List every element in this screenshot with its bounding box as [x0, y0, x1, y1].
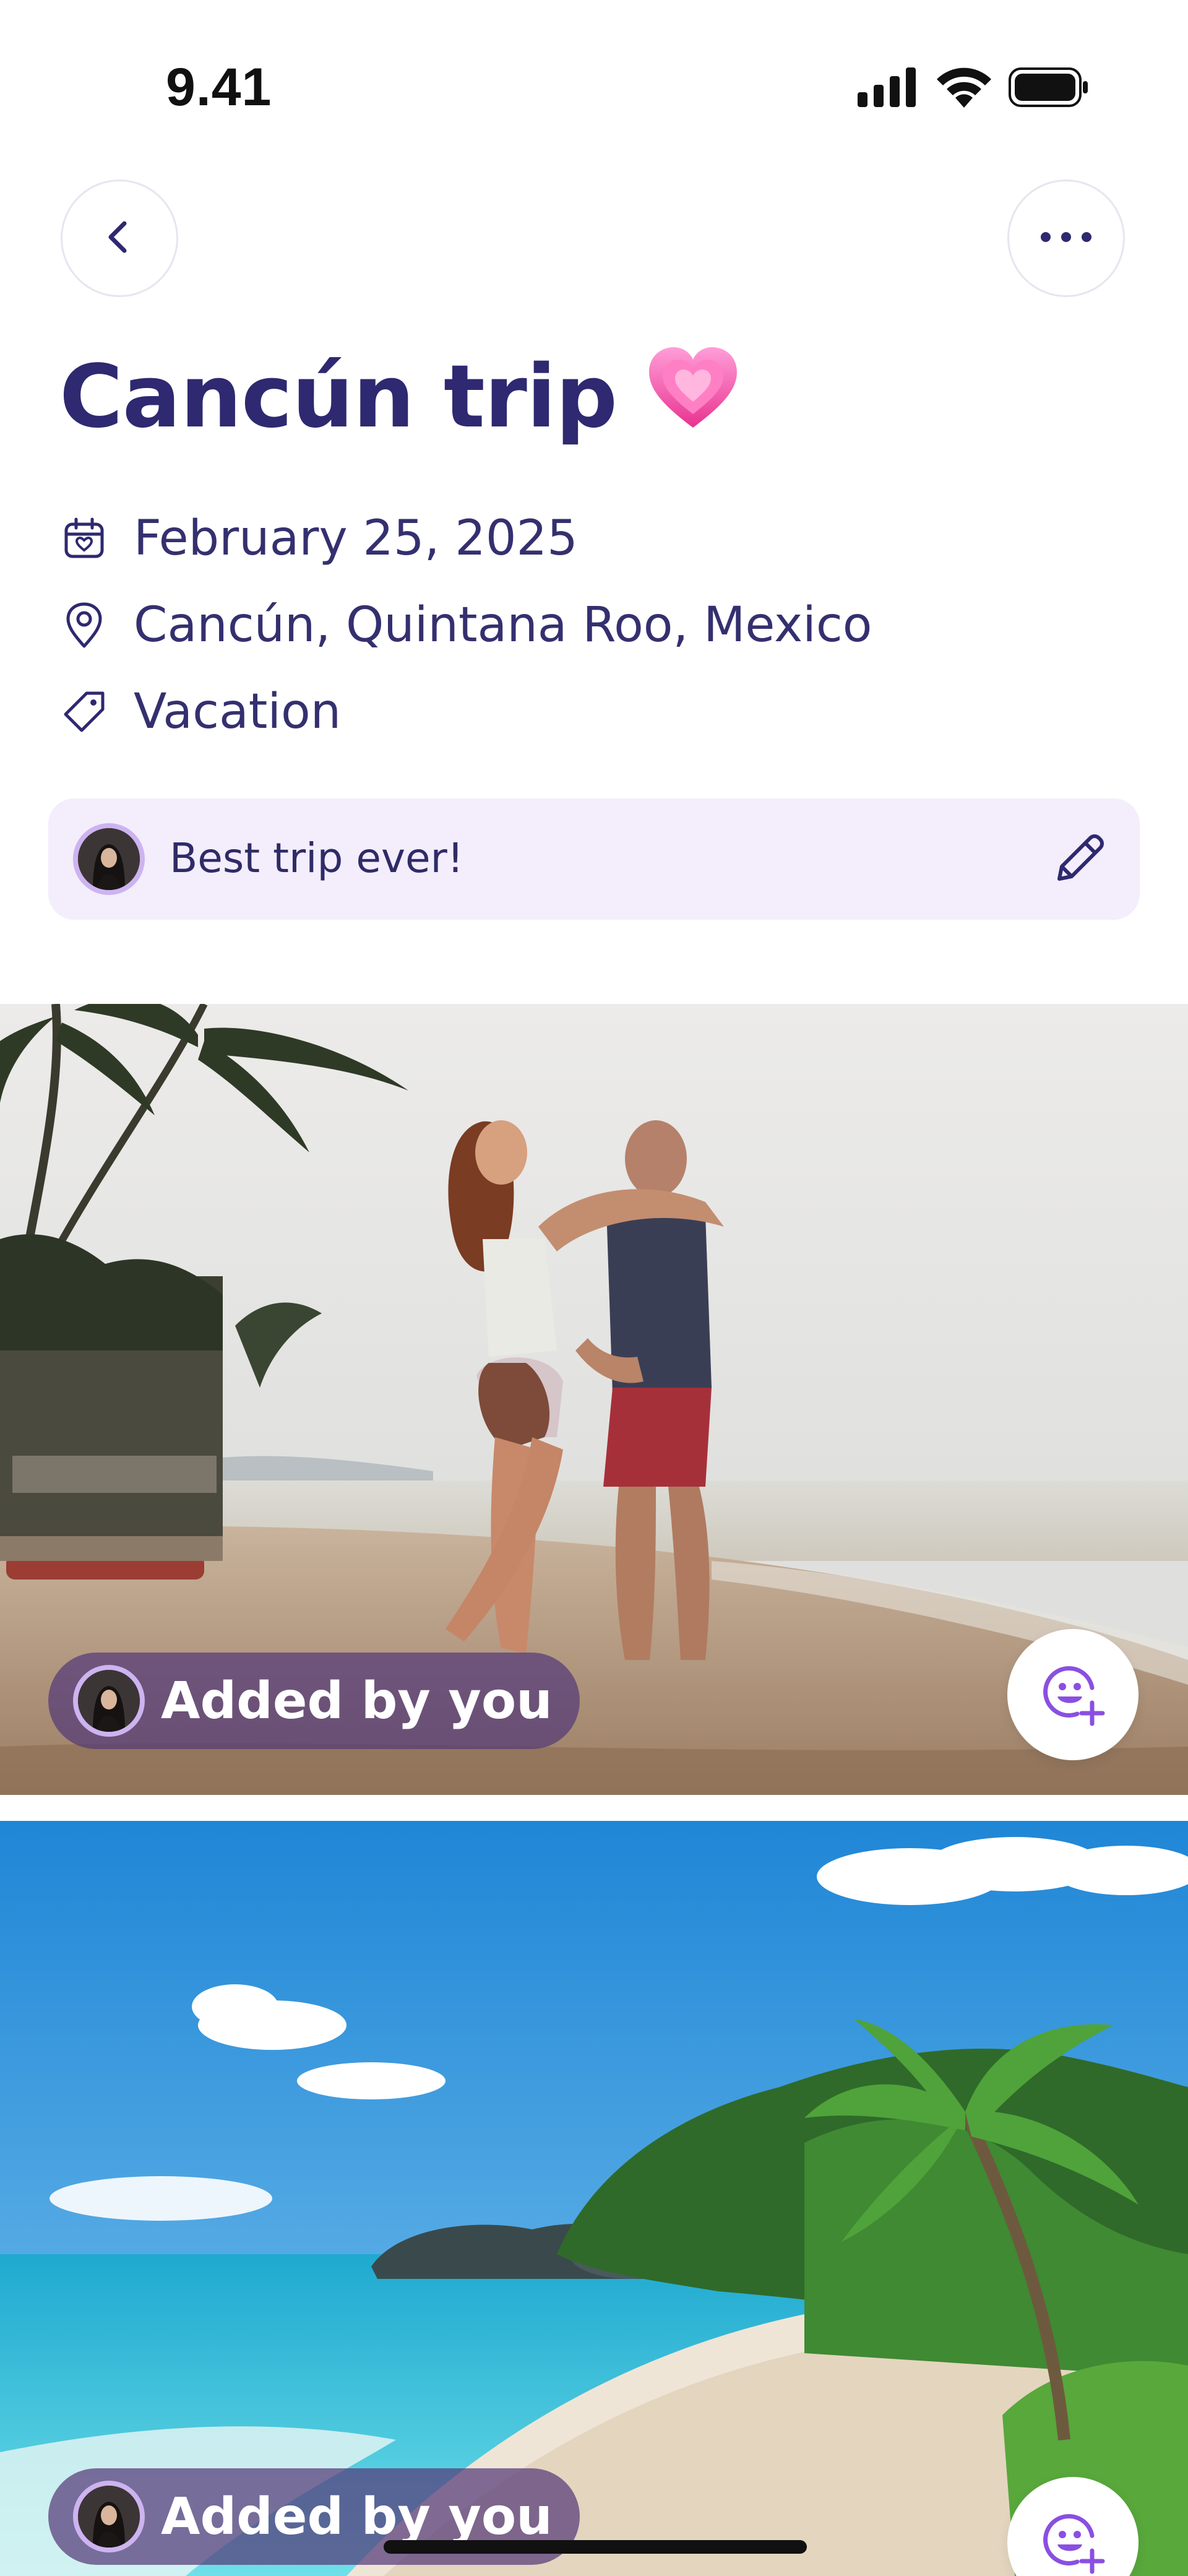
page-title: Cancún trip — [59, 347, 739, 456]
trip-note-text: Best trip ever! — [170, 834, 464, 882]
add-reaction-button[interactable] — [1007, 1629, 1138, 1760]
tag-icon — [59, 687, 109, 737]
add-reaction-icon — [1039, 1659, 1107, 1731]
chevron-left-icon — [100, 217, 139, 260]
trip-location: Cancún, Quintana Roo, Mexico — [134, 597, 872, 653]
edit-note-button[interactable] — [1049, 828, 1111, 890]
trip-photo-1[interactable]: Added by you — [0, 1004, 1188, 1795]
growing-heart-emoji — [647, 345, 739, 452]
added-by-badge: Added by you — [48, 1653, 580, 1749]
added-by-label: Added by you — [161, 2487, 553, 2546]
status-time: 9.41 — [166, 58, 272, 117]
pencil-icon — [1051, 828, 1110, 891]
cellular-signal-icon — [858, 67, 919, 110]
status-icons — [858, 67, 1089, 111]
home-indicator[interactable] — [384, 2540, 807, 2554]
trip-date-row: February 25, 2025 — [59, 508, 578, 569]
trip-tag: Vacation — [134, 684, 342, 740]
battery-icon — [1009, 67, 1089, 110]
trip-title-text: Cancún trip — [59, 347, 618, 447]
added-by-label: Added by you — [161, 1671, 553, 1731]
more-options-button[interactable] — [1007, 179, 1125, 297]
status-bar: 9.41 — [0, 0, 1188, 161]
trip-photo-2[interactable]: Added by you — [0, 1821, 1188, 2576]
more-horizontal-icon — [1038, 231, 1094, 246]
trip-location-row: Cancún, Quintana Roo, Mexico — [59, 594, 872, 656]
avatar — [73, 1665, 145, 1737]
location-pin-icon — [59, 600, 109, 650]
back-button[interactable] — [61, 179, 178, 297]
trip-date: February 25, 2025 — [134, 511, 578, 566]
tropical-beach-image — [0, 1821, 1188, 2576]
add-reaction-icon — [1039, 2507, 1107, 2576]
avatar — [73, 823, 145, 895]
calendar-heart-icon — [59, 514, 109, 563]
wifi-icon — [936, 67, 992, 111]
trip-note-card[interactable]: Best trip ever! — [48, 798, 1140, 920]
avatar — [73, 2481, 145, 2552]
trip-tag-row: Vacation — [59, 681, 341, 743]
